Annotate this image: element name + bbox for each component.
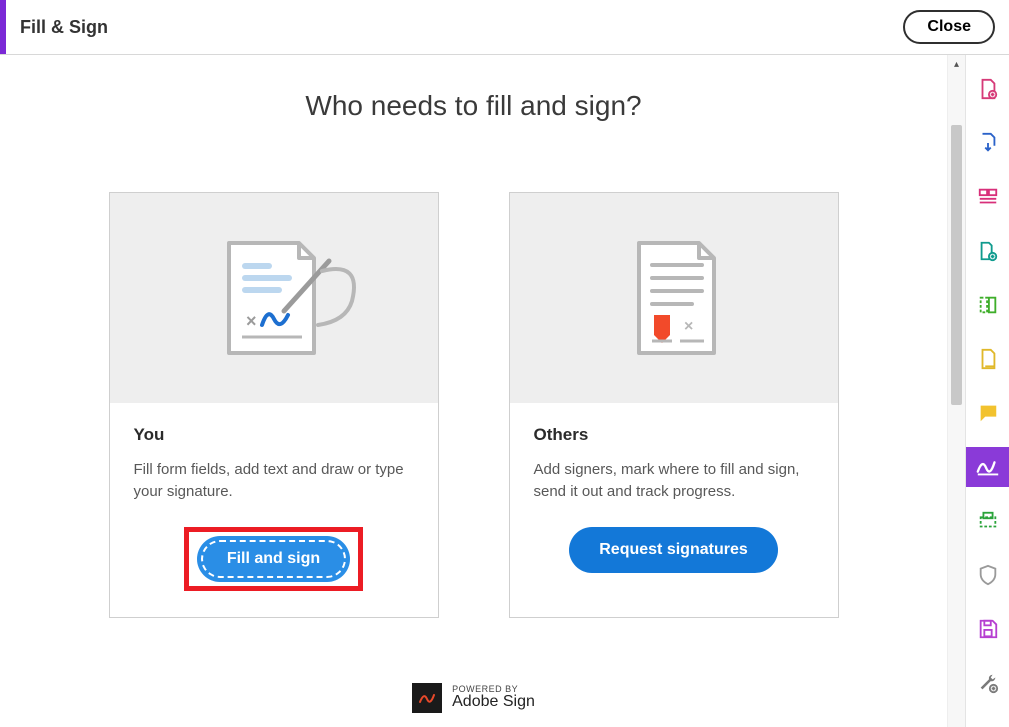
card-you: × You Fill form fields, add text and dra… [109,192,439,618]
tutorial-highlight: Fill and sign [184,527,363,591]
comment-icon[interactable] [966,393,1009,433]
request-signatures-button[interactable]: Request signatures [569,527,777,573]
card-others-title: Others [534,425,814,445]
close-button[interactable]: Close [903,10,995,44]
compress-pdf-icon[interactable] [966,285,1009,325]
more-tools-icon[interactable] [966,663,1009,703]
card-others-desc: Add signers, mark where to fill and sign… [534,459,814,503]
combine-files-icon[interactable] [966,231,1009,271]
create-pdf-icon[interactable] [966,69,1009,109]
svg-text:×: × [246,311,257,331]
organize-pages-icon[interactable] [966,177,1009,217]
card-others-illustration: × [510,193,838,403]
card-you-illustration: × [110,193,438,403]
svg-text:×: × [684,318,693,335]
save-icon[interactable] [966,609,1009,649]
card-others: × Others Add signers, mark where to fill… [509,192,839,618]
tool-title: Fill & Sign [20,17,108,38]
fill-sign-icon[interactable] [966,447,1009,487]
right-tool-rail [965,55,1009,727]
scroll-thumb[interactable] [951,125,962,405]
main-panel: Who needs to fill and sign? × [0,55,947,727]
powered-by-footer: POWERED BY Adobe Sign [0,669,947,727]
adobe-sign-logo-icon [412,683,442,713]
vertical-scrollbar[interactable]: ▴ [947,55,965,727]
export-pdf-icon[interactable] [966,123,1009,163]
page-heading: Who needs to fill and sign? [0,90,947,122]
protect-icon[interactable] [966,555,1009,595]
print-production-icon[interactable] [966,501,1009,541]
toolbar-header: Fill & Sign Close [0,0,1009,55]
card-you-title: You [134,425,414,445]
card-you-desc: Fill form fields, add text and draw or t… [134,459,414,503]
accent-stripe [0,0,6,54]
edit-pdf-icon[interactable] [966,339,1009,379]
fill-and-sign-button[interactable]: Fill and sign [197,536,350,582]
adobe-sign-label: Adobe Sign [452,694,535,711]
scroll-up-arrow-icon[interactable]: ▴ [948,55,965,73]
